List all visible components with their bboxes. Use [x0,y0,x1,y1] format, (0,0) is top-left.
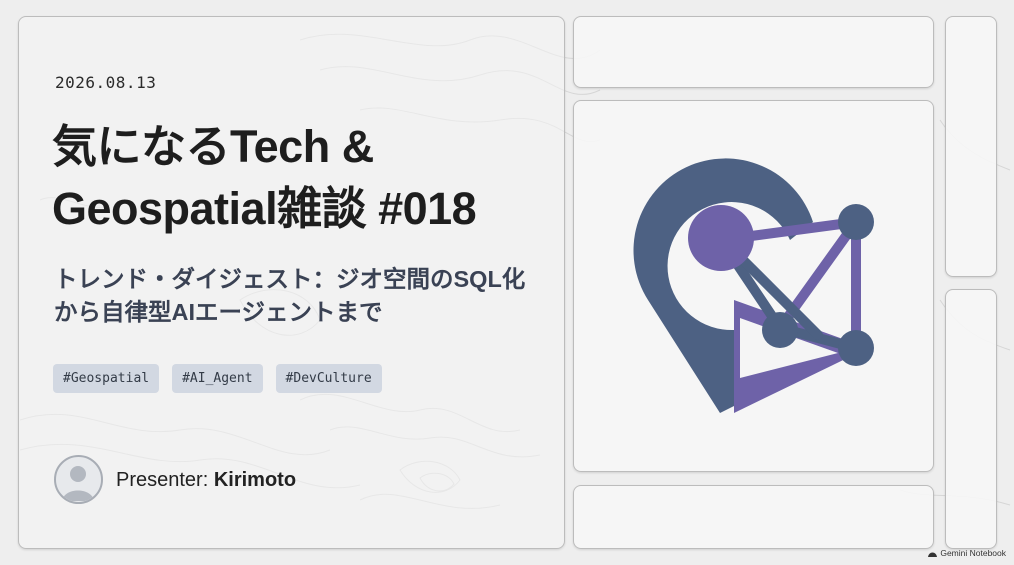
gemini-notebook-badge: Gemini Notebook [928,548,1006,558]
tag-list: #Geospatial #AI_Agent #DevCulture [53,364,382,393]
badge-label: Gemini Notebook [940,548,1006,558]
side-panel-top [945,16,997,277]
user-icon [62,466,94,501]
slide-title: 気になるTech & Geospatial雑談 #018 [52,121,477,234]
tag-devculture: #DevCulture [275,364,382,393]
slide-subtitle: トレンド・ダイジェスト：ジオ空間のSQL化 から自律型AIエージェントまで [54,266,526,325]
presenter-name: Kirimoto [213,469,297,491]
notebook-icon [928,552,938,557]
panel-top [573,16,934,88]
map-pin-network-icon [633,158,874,413]
tag-geospatial: #Geospatial [53,364,160,393]
side-panel-bottom [945,289,997,549]
tag-ai-agent: #AI_Agent [172,364,263,393]
presenter-line: Presenter: Kirimoto [116,469,296,492]
date-label: 2026.08.13 [55,73,157,92]
panel-bottom [573,485,934,549]
presenter-prefix: Presenter: [116,469,214,491]
avatar [54,455,103,504]
